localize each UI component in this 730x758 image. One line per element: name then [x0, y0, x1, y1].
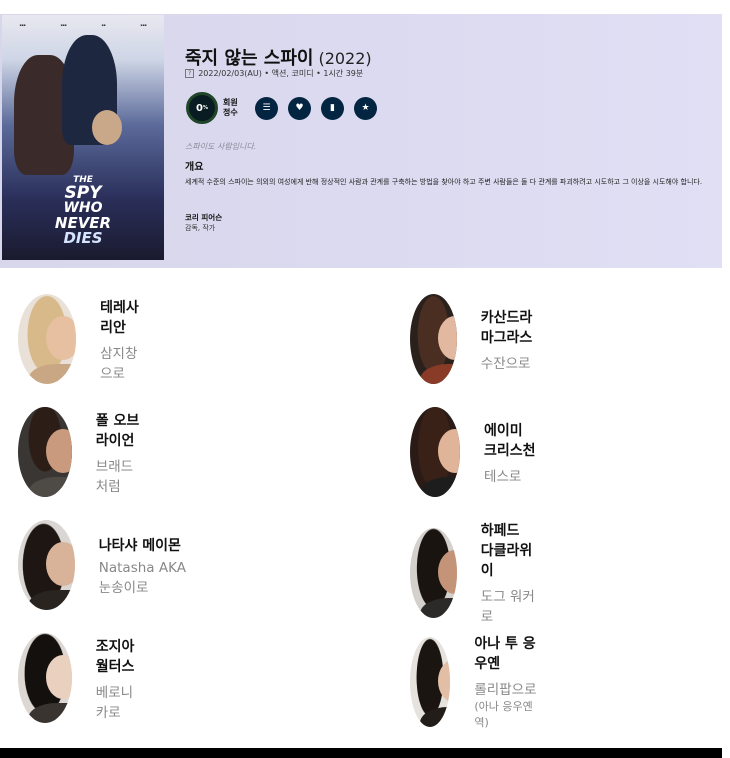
cast-name[interactable]: 나타샤 메이몬 — [99, 535, 188, 555]
cast-name[interactable]: 에이미 크리스천 — [484, 420, 537, 460]
user-score-chart[interactable]: 0% — [186, 92, 218, 124]
cast-character: 롤리팝으로 (아나 응우옌 역) — [474, 678, 538, 730]
crew-role: 감독, 작가 — [185, 224, 216, 232]
cast-name[interactable]: 하페드 다클라위이 — [481, 520, 537, 580]
footer-bar — [0, 748, 722, 758]
cast-character: 브래드처럼 — [96, 455, 145, 495]
cast-character: 수잔으로 — [481, 352, 537, 372]
cast-character-text: 삼지창으로 — [100, 345, 138, 382]
heart-icon: ♥ — [295, 103, 304, 113]
cast-character: 도그 워커로 — [481, 585, 537, 625]
bookmark-icon: ▮ — [330, 103, 335, 113]
cast-card[interactable]: 하페드 다클라위이 도그 워커로 — [410, 520, 537, 625]
cast-card[interactable]: 테레사 리안 삼지창으로 — [18, 294, 145, 384]
favorite-button[interactable]: ♥ — [288, 96, 311, 120]
cast-card[interactable]: 조지아 월터스 베로니카로 — [18, 633, 145, 723]
list-icon: ☰ — [262, 103, 271, 113]
movie-title[interactable]: 죽지 않는 스파이 — [185, 44, 313, 70]
release-genre-runtime: 2022/02/03(AU) • 액션, 코미디 • 1시간 39분 — [198, 69, 364, 78]
overview-text: 세계적 수준의 스파이는 의외의 여성에게 반해 정상적인 사람과 관계를 구축… — [185, 178, 703, 186]
rate-button[interactable]: ★ — [354, 96, 377, 120]
cast-character-text: 롤리팝으로 — [474, 682, 537, 698]
cast-card[interactable]: 카산드라 마그라스 수잔으로 — [410, 294, 537, 384]
cast-character-text: 브래드처럼 — [95, 458, 134, 495]
cast-name[interactable]: 폴 오브라이언 — [96, 410, 145, 450]
cast-photo[interactable] — [18, 407, 72, 497]
tagline: 스파이도 사람입니다. — [185, 142, 257, 151]
poster-credits: ▪▪▪ ▪▪▪ ▪▪ ▪▪▪ — [19, 23, 147, 27]
cast-character: 베로니카로 — [96, 681, 145, 721]
cast-photo[interactable] — [18, 294, 77, 384]
movie-header: ▪▪▪ ▪▪▪ ▪▪ ▪▪▪ THE SPY WHO NEVER DIES 죽지 않는… — [0, 14, 722, 268]
cast-card[interactable]: 폴 오브라이언 브래드처럼 — [18, 407, 145, 497]
cast-photo[interactable] — [410, 407, 461, 497]
cast-name[interactable]: 아나 투 응우옌 — [474, 633, 538, 673]
add-to-list-button[interactable]: ☰ — [255, 96, 278, 120]
user-score-label: 회원 정수 — [223, 98, 238, 117]
rating-badge: ? — [185, 69, 195, 78]
cast-character-text: 베로니카로 — [95, 684, 134, 721]
cast-photo[interactable] — [410, 294, 457, 384]
cast-character-text: Natasha AKA 눈송이로 — [98, 559, 186, 596]
cast-photo[interactable] — [410, 527, 457, 618]
user-score-unit: % — [202, 105, 208, 111]
user-score-value: 0 — [196, 102, 203, 114]
cast-character: 테스로 — [484, 465, 537, 485]
movie-year: (2022) — [318, 49, 372, 68]
cast-name[interactable]: 테레사 리안 — [100, 297, 145, 337]
cast-card[interactable]: 에이미 크리스천 테스로 — [410, 407, 537, 497]
cast-character: 삼지창으로 — [100, 342, 145, 382]
star-icon: ★ — [361, 103, 370, 113]
poster-figure-face — [92, 110, 122, 145]
cast-character-text: 테스로 — [484, 468, 522, 485]
movie-poster[interactable]: ▪▪▪ ▪▪▪ ▪▪ ▪▪▪ THE SPY WHO NEVER DIES — [2, 15, 164, 260]
crew-name[interactable]: 코리 피어슨 — [185, 212, 222, 223]
watchlist-button[interactable]: ▮ — [321, 96, 344, 120]
action-bar: 0% 회원 정수 ☰ ♥ ▮ ★ — [186, 92, 377, 124]
cast-character-text: 도그 워커로 — [480, 589, 535, 625]
cast-character-extra: (아나 응우옌 역) — [474, 700, 533, 729]
cast-photo[interactable] — [18, 633, 72, 723]
cast-photo[interactable] — [18, 520, 75, 610]
cast-character-text: 수잔으로 — [480, 355, 531, 372]
cast-character: Natasha AKA 눈송이로 — [99, 560, 188, 596]
movie-meta: ? 2022/02/03(AU) • 액션, 코미디 • 1시간 39분 — [185, 68, 363, 79]
poster-title-line5: DIES — [63, 229, 103, 247]
cast-card[interactable]: 아나 투 응우옌 롤리팝으로 (아나 응우옌 역) — [410, 633, 538, 730]
cast-name[interactable]: 카산드라 마그라스 — [481, 307, 537, 347]
cast-name[interactable]: 조지아 월터스 — [96, 636, 145, 676]
overview-heading: 개요 — [185, 162, 204, 173]
cast-card[interactable]: 나타샤 메이몬 Natasha AKA 눈송이로 — [18, 520, 188, 610]
cast-photo[interactable] — [410, 636, 451, 727]
title-row: 죽지 않는 스파이 (2022) — [185, 44, 372, 70]
